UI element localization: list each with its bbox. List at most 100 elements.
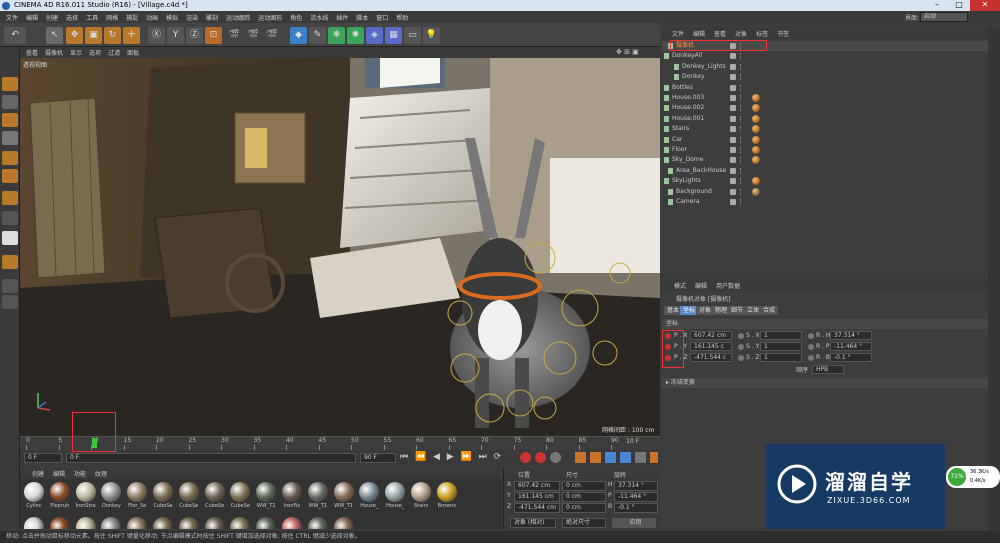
menu-item[interactable]: 编辑 <box>26 13 38 22</box>
material-ball[interactable] <box>127 517 148 529</box>
visibility-toggle-icon[interactable] <box>740 53 744 60</box>
material-swatch[interactable]: Flopruh <box>48 480 72 509</box>
material-swatch[interactable]: CubeSe <box>228 480 252 509</box>
object-row[interactable]: House.001 <box>662 114 988 124</box>
polygons-mode-icon[interactable] <box>2 191 18 205</box>
material-swatch[interactable]: House_ <box>357 480 381 509</box>
snap-icon[interactable] <box>2 231 18 245</box>
material-ball[interactable] <box>24 517 44 529</box>
scale-icon[interactable]: ▣ <box>85 27 102 44</box>
menu-item[interactable]: 流水线 <box>310 13 328 22</box>
coords-position-field[interactable]: -471.544 cm <box>514 503 560 513</box>
visibility-dot-icon[interactable] <box>730 84 736 91</box>
timeline-menu-icon[interactable] <box>650 452 658 463</box>
material-tag-icon[interactable] <box>752 156 760 165</box>
right-sidebar-tabs[interactable] <box>988 28 1000 531</box>
viewport-menu-item[interactable]: 显示 <box>70 48 82 57</box>
viewport-menu-item[interactable]: 面板 <box>127 48 139 57</box>
subdivision-icon[interactable]: ❋ <box>328 27 345 44</box>
object-row[interactable]: Camera <box>662 197 988 207</box>
scale-field[interactable]: 1 <box>760 331 802 340</box>
material-swatch[interactable]: WW_T2 <box>254 480 278 509</box>
y-axis-icon[interactable]: Y <box>167 27 184 44</box>
move-icon[interactable]: ✥ <box>66 27 83 44</box>
object-row[interactable]: Donkey <box>662 72 988 82</box>
menu-item[interactable]: 网格 <box>106 13 118 22</box>
scale-key-icon[interactable] <box>590 452 601 463</box>
magnet-icon[interactable] <box>2 255 18 269</box>
material-swatch[interactable]: Donkey <box>99 480 123 509</box>
cube-icon[interactable]: ◆ <box>290 27 307 44</box>
visibility-toggle-icon[interactable] <box>740 188 744 195</box>
material-ball[interactable] <box>204 517 225 529</box>
material-tag-icon[interactable] <box>752 177 760 186</box>
record-icon[interactable] <box>520 452 531 463</box>
attribute-menu-item[interactable]: 编辑 <box>695 281 707 290</box>
scale-field[interactable]: 1 <box>760 353 802 362</box>
visibility-dot-icon[interactable] <box>730 105 736 112</box>
coordinate-system-icon[interactable]: ⊡ <box>205 27 222 44</box>
rotation-field[interactable]: -0.1 ° <box>830 353 872 362</box>
position-field[interactable]: -471.544 c <box>690 353 732 362</box>
position-field[interactable]: 607.42 cm <box>690 331 732 340</box>
menu-item[interactable]: 捕捉 <box>126 13 138 22</box>
order-select[interactable]: HPB <box>812 365 844 374</box>
coords-size-field[interactable]: 0 cm <box>562 492 606 502</box>
menu-item[interactable]: 帮助 <box>396 13 408 22</box>
keyframe-selection-icon[interactable] <box>550 452 561 463</box>
material-menu-item[interactable]: 功能 <box>74 469 86 478</box>
object-row[interactable]: Car <box>662 135 988 145</box>
visibility-dot-icon[interactable] <box>730 53 736 60</box>
material-ball[interactable] <box>178 517 199 529</box>
material-ball[interactable] <box>333 517 354 529</box>
material-tag-icon[interactable] <box>752 94 760 102</box>
scale-field[interactable]: 1 <box>760 342 802 351</box>
visibility-toggle-icon[interactable] <box>740 136 744 143</box>
object-row[interactable]: Background <box>662 187 988 197</box>
visibility-dot-icon[interactable] <box>730 74 736 81</box>
menu-item[interactable]: 窗口 <box>376 13 388 22</box>
visibility-toggle-icon[interactable] <box>740 199 744 205</box>
menu-item[interactable]: 工具 <box>86 13 98 22</box>
visibility-toggle-icon[interactable] <box>740 95 744 101</box>
material-swatch[interactable]: CubeSe <box>177 480 201 509</box>
frame-start-field[interactable]: 0 F <box>24 453 62 463</box>
visibility-toggle-icon[interactable] <box>740 115 744 122</box>
coords-size-field[interactable]: 0 cm <box>562 503 606 513</box>
visibility-toggle-icon[interactable] <box>740 74 744 81</box>
visibility-dot-icon[interactable] <box>730 157 736 164</box>
visibility-toggle-icon[interactable] <box>740 63 744 70</box>
edges-mode-icon[interactable] <box>2 169 18 183</box>
freeze-transform-header[interactable]: ▸ 冻结变换 <box>662 378 988 388</box>
rotation-key-icon[interactable] <box>605 452 616 463</box>
visibility-toggle-icon[interactable] <box>740 105 744 112</box>
visibility-dot-icon[interactable] <box>730 126 736 133</box>
coords-mode-select[interactable]: 对象 (相对) <box>510 518 556 528</box>
spline-pen-icon[interactable]: ✎ <box>309 27 326 44</box>
visibility-dot-icon[interactable] <box>730 167 736 174</box>
visibility-toggle-icon[interactable] <box>740 178 744 185</box>
viewport-nav-icons[interactable]: ✥ ⊞ ▣ <box>616 48 639 56</box>
x-axis-icon[interactable]: Ⓧ <box>148 27 165 44</box>
menu-item[interactable]: 运动跟踪 <box>226 13 250 22</box>
menu-item[interactable]: 运动图形 <box>258 13 282 22</box>
playback-buttons[interactable]: ⏮ ⏪ ◀ ▶ ⏩ ⏭ ⟳ <box>400 452 503 462</box>
visibility-dot-icon[interactable] <box>730 147 736 153</box>
z-axis-icon[interactable]: Ⓩ <box>186 27 203 44</box>
autokey-icon[interactable] <box>535 452 546 463</box>
material-ball[interactable] <box>256 517 277 529</box>
object-menu-item[interactable]: 对象 <box>735 29 747 38</box>
recent-tool-icon[interactable]: ✛ <box>123 27 140 44</box>
coords-size-field[interactable]: 0 cm <box>562 481 606 491</box>
select-icon[interactable]: ↖ <box>46 27 63 44</box>
material-menu-item[interactable]: 创建 <box>32 469 44 478</box>
visibility-dot-icon[interactable] <box>730 199 736 205</box>
material-tag-icon[interactable] <box>752 114 760 123</box>
material-menu-item[interactable]: 纹理 <box>95 469 107 478</box>
menu-item[interactable]: 渲染 <box>186 13 198 22</box>
attribute-menu-item[interactable]: 用户数据 <box>716 281 740 290</box>
object-menu-item[interactable]: 查看 <box>714 29 726 38</box>
maximize-button[interactable]: □ <box>948 0 970 11</box>
material-tag-icon[interactable] <box>752 146 760 154</box>
object-row[interactable]: Stairs <box>662 124 988 134</box>
